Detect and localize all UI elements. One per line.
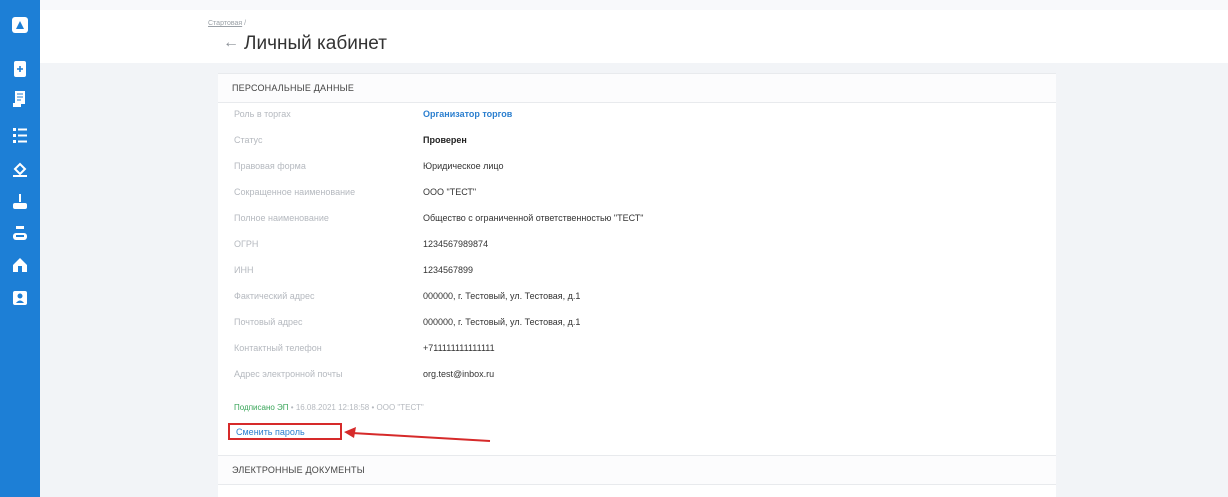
- signed-date: 16.08.2021 12:18:58: [295, 403, 370, 412]
- row-label: Правовая форма: [234, 161, 306, 171]
- row-value: 1234567899: [423, 265, 474, 275]
- row-actual-address: Фактический адрес 000000, г. Тестовый, у…: [218, 285, 1056, 309]
- row-value: org.test@inbox.ru: [423, 369, 495, 379]
- row-ogrn: ОГРН 1234567989874: [218, 233, 1056, 257]
- signed-org: ООО "ТЕСТ": [376, 403, 424, 412]
- row-legal-form: Правовая форма Юридическое лицо: [218, 155, 1056, 179]
- row-value: 1234567989874: [423, 239, 489, 249]
- row-role: Роль в торгах Организатор торгов: [218, 103, 1056, 127]
- row-label: Сокращенное наименование: [234, 187, 356, 197]
- row-label: ИНН: [234, 265, 254, 275]
- breadcrumb-home[interactable]: Стартовая: [208, 20, 242, 27]
- signed-label: Подписано ЭП: [234, 403, 289, 412]
- row-postal-address: Почтовый адрес 000000, г. Тестовый, ул. …: [218, 311, 1056, 335]
- change-password-highlight: Сменить пароль: [228, 423, 342, 440]
- scroll-icon[interactable]: [11, 90, 29, 108]
- row-value-role[interactable]: Организатор торгов: [423, 109, 512, 119]
- documents-section-header[interactable]: ЭЛЕКТРОННЫЕ ДОКУМЕНТЫ: [218, 455, 1056, 485]
- row-value: Общество с ограниченной ответственностью…: [423, 213, 644, 223]
- personal-data-title: ПЕРСОНАЛЬНЫЕ ДАННЫЕ: [232, 83, 355, 93]
- change-password-link[interactable]: Сменить пароль: [236, 427, 305, 437]
- top-bar: [40, 0, 1228, 10]
- row-value: ООО "ТЕСТ": [423, 187, 477, 197]
- back-arrow-icon[interactable]: ←: [223, 33, 239, 53]
- row-label: Контактный телефон: [234, 343, 322, 353]
- row-value: Юридическое лицо: [423, 161, 504, 171]
- row-short-name: Сокращенное наименование ООО "ТЕСТ": [218, 181, 1056, 205]
- row-label: Адрес электронной почты: [234, 369, 343, 379]
- row-label: Статус: [234, 135, 263, 145]
- gavel-icon[interactable]: [11, 160, 29, 178]
- row-label: Роль в торгах: [234, 109, 291, 119]
- row-value: 000000, г. Тестовый, ул. Тестовая, д.1: [423, 291, 581, 301]
- contacts-icon[interactable]: [11, 289, 29, 307]
- list-icon[interactable]: [11, 126, 29, 144]
- breadcrumb: Стартовая /: [208, 20, 246, 27]
- row-inn: ИНН 1234567899: [218, 259, 1056, 283]
- logo-icon[interactable]: [11, 16, 29, 34]
- page-title: Личный кабинет: [244, 33, 387, 54]
- sidebar: [0, 0, 40, 497]
- row-label: Полное наименование: [234, 213, 329, 223]
- row-value-status: Проверен: [423, 135, 467, 145]
- signed-separator: •: [371, 403, 375, 412]
- row-full-name: Полное наименование Общество с ограничен…: [218, 207, 1056, 231]
- signed-separator: •: [290, 403, 294, 412]
- page-header: [40, 10, 1228, 63]
- row-label: Фактический адрес: [234, 291, 315, 301]
- row-label: Почтовый адрес: [234, 317, 303, 327]
- auction-alt-icon[interactable]: [11, 224, 29, 242]
- row-email: Адрес электронной почты org.test@inbox.r…: [218, 363, 1056, 387]
- row-status: Статус Проверен: [218, 129, 1056, 153]
- breadcrumb-separator: /: [244, 20, 247, 27]
- documents-title: ЭЛЕКТРОННЫЕ ДОКУМЕНТЫ: [232, 465, 365, 475]
- document-add-icon[interactable]: [11, 60, 29, 78]
- personal-data-section-header: ПЕРСОНАЛЬНЫЕ ДАННЫЕ: [218, 73, 1056, 103]
- row-value: 000000, г. Тестовый, ул. Тестовая, д.1: [423, 317, 581, 327]
- home-icon[interactable]: [11, 256, 29, 274]
- row-value: +711111111111111: [423, 343, 495, 353]
- auction-icon[interactable]: [11, 193, 29, 211]
- annotation-arrow-icon: [344, 427, 491, 442]
- signature-info: Подписано ЭП • 16.08.2021 12:18:58 • ООО…: [234, 403, 424, 412]
- row-label: ОГРН: [234, 239, 259, 249]
- row-phone: Контактный телефон +711111111111111: [218, 337, 1056, 361]
